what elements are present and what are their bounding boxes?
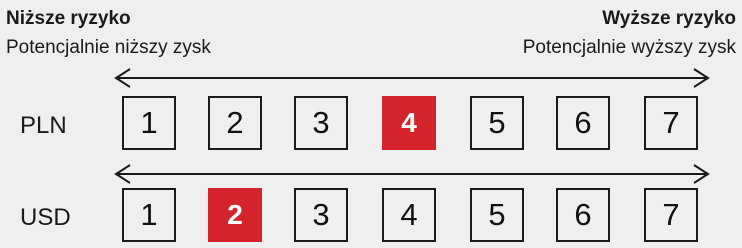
risk-box-pln-7: 7	[644, 96, 698, 150]
risk-box-usd-1: 1	[122, 188, 176, 242]
risk-box-pln-3: 3	[294, 96, 348, 150]
risk-box-usd-4: 4	[382, 188, 436, 242]
risk-box-pln-2: 2	[208, 96, 262, 150]
risk-box-pln-5: 5	[470, 96, 524, 150]
risk-scale-arrow-usd	[112, 162, 712, 186]
risk-box-pln-6: 6	[556, 96, 610, 150]
low-risk-heading: Niższe ryzyko	[6, 8, 131, 29]
risk-scale-arrow-pln	[112, 66, 712, 90]
risk-box-usd-7: 7	[644, 188, 698, 242]
risk-boxes-usd: 1 2 3 4 5 6 7	[0, 188, 742, 248]
risk-box-usd-5: 5	[470, 188, 524, 242]
high-return-subtitle: Potencjalnie wyższy zysk	[522, 37, 736, 58]
risk-box-usd-2: 2	[208, 188, 262, 242]
risk-box-pln-1: 1	[122, 96, 176, 150]
risk-box-usd-6: 6	[556, 188, 610, 242]
risk-boxes-pln: 1 2 3 4 5 6 7	[0, 96, 742, 156]
risk-box-usd-3: 3	[294, 188, 348, 242]
risk-box-pln-4: 4	[382, 96, 436, 150]
low-return-subtitle: Potencjalnie niższy zysk	[6, 37, 211, 58]
high-risk-heading: Wyższe ryzyko	[602, 8, 736, 29]
